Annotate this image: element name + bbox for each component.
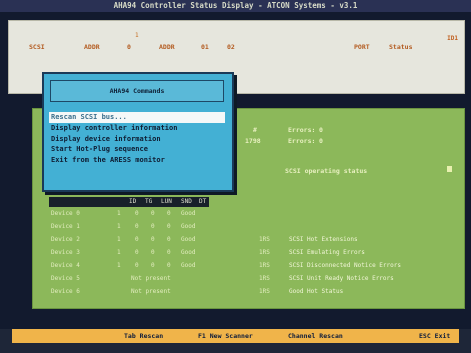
key-hint-exit[interactable]: ESC Exit: [419, 329, 450, 343]
status-label: Errors:: [288, 137, 316, 145]
status-value: 0: [319, 137, 323, 145]
device-cell: Good: [181, 223, 196, 230]
key-hint-new-scanner[interactable]: F1 New Scanner: [198, 329, 253, 343]
status-value: 0: [319, 126, 323, 134]
device-cell: Good: [181, 236, 196, 243]
status-indicator: [447, 166, 452, 172]
device-label: Device 0: [51, 210, 80, 217]
menu-item-rescan[interactable]: Rescan SCSI bus...: [49, 112, 225, 123]
commands-menu-dialog[interactable]: AHA94 Commands Rescan SCSI bus... Displa…: [42, 72, 234, 192]
status-label: Errors:: [288, 126, 316, 134]
device-code: 1RS: [259, 236, 270, 243]
device-cell: Not present: [131, 288, 171, 295]
device-label: Device 5: [51, 275, 80, 282]
device-cell: 1: [117, 223, 121, 230]
device-notice: SCSI Hot Extensions: [289, 236, 358, 243]
window-title-bar: AHA94 Controller Status Display - ATCON …: [0, 0, 471, 12]
info-row: SCSI ADDR 0 ADDR 01 02 PORT Status: [29, 43, 449, 53]
commands-menu-list: Rescan SCSI bus... Display controller in…: [49, 112, 225, 166]
device-cell: 1: [117, 236, 121, 243]
device-label: Device 4: [51, 262, 80, 269]
operating-status-label: SCSI operating status: [285, 167, 368, 175]
device-row[interactable]: Device 4 1 0 0 0 Good 1RS SCSI Disconnec…: [51, 261, 451, 271]
device-cell: 0: [151, 249, 155, 256]
function-key-bar: Tab Rescan F1 New Scanner Channel Rescan…: [12, 329, 459, 343]
device-cell: 0: [167, 210, 171, 217]
commands-menu-title: AHA94 Commands: [50, 80, 224, 102]
device-notice: SCSI Disconnected Notice Errors: [289, 262, 401, 269]
device-cell: Good: [181, 262, 196, 269]
device-cell: Good: [181, 249, 196, 256]
info-right-field: PORT: [354, 43, 370, 51]
menu-item-hot-plug[interactable]: Start Hot-Plug sequence: [49, 144, 225, 155]
device-cell: 0: [167, 223, 171, 230]
device-label: Device 1: [51, 223, 80, 230]
column-header: TG: [145, 198, 153, 205]
device-cell: 0: [135, 210, 139, 217]
column-header: ID: [129, 198, 137, 205]
menu-item-controller-info[interactable]: Display controller information: [49, 123, 225, 134]
device-cell: 0: [167, 236, 171, 243]
device-cell: Good: [181, 210, 196, 217]
device-cell: 1: [117, 210, 121, 217]
device-table-header: ID TG LUN SND DT: [49, 197, 209, 207]
device-cell: 0: [151, 236, 155, 243]
device-row[interactable]: Device 0 1 0 0 0 Good: [51, 209, 451, 219]
info-field: SCSI: [29, 43, 45, 51]
key-hint-rescan[interactable]: Tab Rescan: [124, 329, 163, 343]
device-cell: Not present: [131, 275, 171, 282]
device-notice: SCSI Emulating Errors: [289, 249, 365, 256]
menu-item-device-info[interactable]: Display device information: [49, 134, 225, 145]
column-header: SND: [181, 198, 192, 205]
device-row[interactable]: Device 1 1 0 0 0 Good: [51, 222, 451, 232]
info-field: ADDR: [159, 43, 175, 51]
status-value: #: [253, 126, 257, 134]
status-value: 1798: [245, 137, 261, 145]
info-field: 0: [127, 43, 131, 51]
device-label: Device 6: [51, 288, 80, 295]
device-cell: 0: [151, 210, 155, 217]
window-title: AHA94 Controller Status Display - ATCON …: [113, 1, 358, 10]
column-header: LUN: [161, 198, 172, 205]
device-cell: 0: [151, 223, 155, 230]
corner-tag: ID1: [447, 35, 458, 42]
device-notice: Good Hot Status: [289, 288, 344, 295]
device-row[interactable]: Device 6 Not present 1RS Good Hot Status: [51, 287, 451, 297]
device-code: 1RS: [259, 262, 270, 269]
device-code: 1RS: [259, 249, 270, 256]
device-label: Device 2: [51, 236, 80, 243]
info-marker: 1: [135, 32, 139, 39]
device-cell: 0: [167, 249, 171, 256]
device-cell: 0: [135, 223, 139, 230]
info-field: 02: [227, 43, 235, 51]
device-row[interactable]: Device 3 1 0 0 0 Good 1RS SCSI Emulating…: [51, 248, 451, 258]
device-cell: 0: [167, 262, 171, 269]
info-right-field: Status: [389, 43, 413, 51]
device-cell: 0: [135, 249, 139, 256]
device-cell: 1: [117, 249, 121, 256]
device-code: 1RS: [259, 288, 270, 295]
device-code: 1RS: [259, 275, 270, 282]
key-hint-channel-rescan[interactable]: Channel Rescan: [288, 329, 343, 343]
device-cell: 1: [117, 262, 121, 269]
device-row[interactable]: Device 5 Not present 1RS SCSI Unit Ready…: [51, 274, 451, 284]
info-field: 01: [201, 43, 209, 51]
device-cell: 0: [151, 262, 155, 269]
info-field: ADDR: [84, 43, 100, 51]
device-label: Device 3: [51, 249, 80, 256]
device-row[interactable]: Device 2 1 0 0 0 Good 1RS SCSI Hot Exten…: [51, 235, 451, 245]
column-header: DT: [199, 198, 207, 205]
device-notice: SCSI Unit Ready Notice Errors: [289, 275, 394, 282]
device-cell: 0: [135, 262, 139, 269]
menu-item-exit[interactable]: Exit from the ARESS monitor: [49, 155, 225, 166]
device-cell: 0: [135, 236, 139, 243]
